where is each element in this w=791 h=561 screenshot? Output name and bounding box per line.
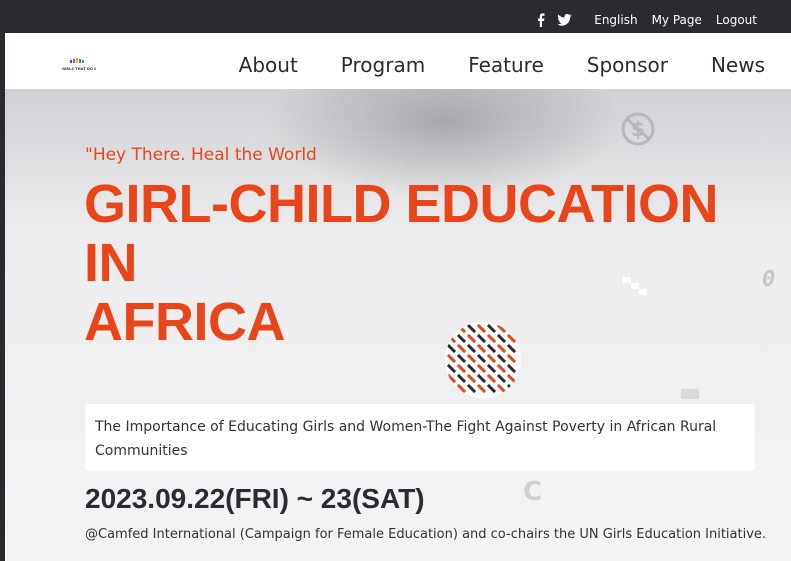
main-nav: About Program Feature Sponsor News xyxy=(239,53,765,77)
hero-subtitle: The Importance of Educating Girls and Wo… xyxy=(95,419,717,459)
page-frame: GIRLS THAT DO DICE About Program Feature… xyxy=(5,33,791,561)
hero-slogan: "Hey There. Heal the World xyxy=(85,145,317,165)
subtitle-box: The Importance of Educating Girls and Wo… xyxy=(85,404,755,471)
c-deco: C xyxy=(523,477,543,507)
nav-feature[interactable]: Feature xyxy=(468,53,544,77)
mypage-link[interactable]: My Page xyxy=(652,13,702,27)
twitter-icon[interactable] xyxy=(557,14,572,26)
hero-headline: GIRL-CHILD EDUCATION IN AFRICA xyxy=(84,175,784,352)
nav-about[interactable]: About xyxy=(239,53,298,77)
svg-text:GIRLS THAT DO DICE: GIRLS THAT DO DICE xyxy=(62,67,96,71)
logout-link[interactable]: Logout xyxy=(716,13,757,27)
main-navbar: GIRLS THAT DO DICE About Program Feature… xyxy=(5,33,791,89)
headline-line: IN xyxy=(84,233,138,293)
top-links: English My Page Logout xyxy=(537,13,757,27)
nav-news[interactable]: News xyxy=(711,53,765,77)
nav-program[interactable]: Program xyxy=(341,53,425,77)
headline-line: GIRL-CHILD EDUCATION xyxy=(84,174,718,234)
dollar-deco-icon: $ xyxy=(620,111,656,147)
dash-pattern-graphic xyxy=(445,322,521,398)
event-organizer: @Camfed International (Campaign for Fema… xyxy=(85,527,767,542)
social-links xyxy=(537,13,572,27)
hero-section: $ 0 "Hey There. Heal the World GIRL-CHIL… xyxy=(5,89,791,561)
site-logo[interactable]: GIRLS THAT DO DICE xyxy=(62,58,104,74)
facebook-icon[interactable] xyxy=(537,13,545,27)
top-bar: English My Page Logout xyxy=(0,0,791,33)
headline-line: AFRICA xyxy=(84,292,285,352)
nav-sponsor[interactable]: Sponsor xyxy=(587,53,668,77)
language-link[interactable]: English xyxy=(594,13,637,27)
event-date: 2023.09.22(FRI) ~ 23(SAT) xyxy=(85,483,425,514)
pixel-deco xyxy=(681,389,699,399)
